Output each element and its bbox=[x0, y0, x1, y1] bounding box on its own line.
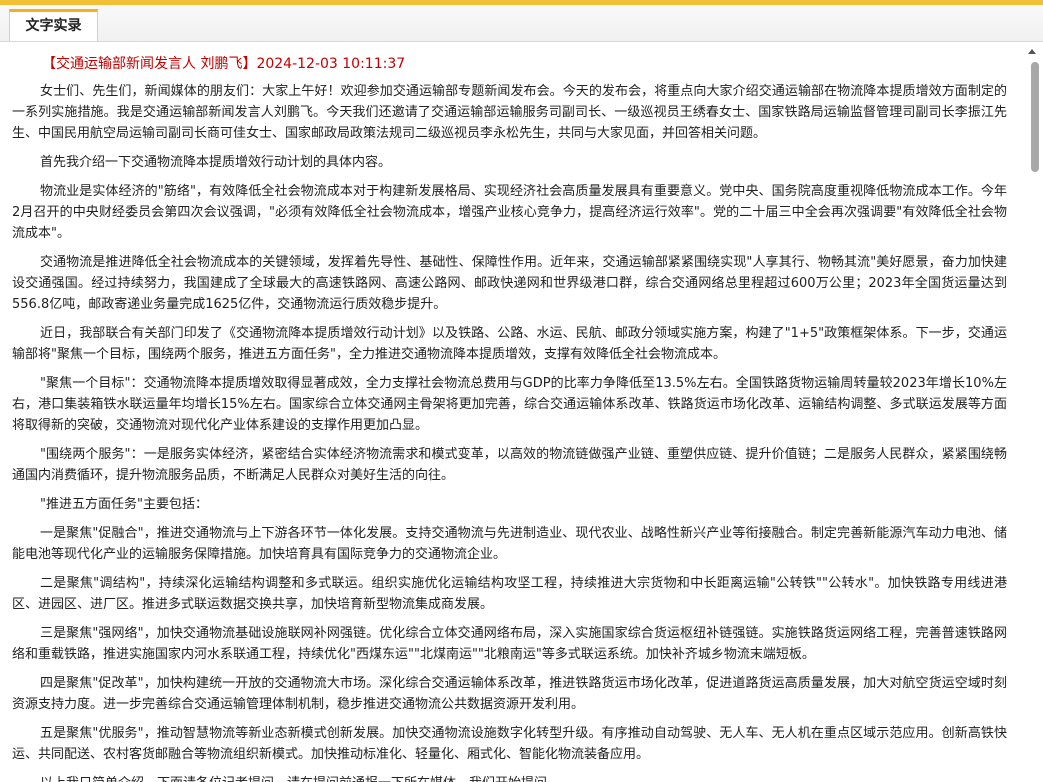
transcript-scroll-region[interactable]: 【交通运输部新闻发言人 刘鹏飞】2024-12-03 10:11:37 女士们、… bbox=[12, 52, 1007, 782]
transcript-paragraph: 二是聚焦"调结构"，持续深化运输结构调整和多式联运。组织实施优化运输结构攻坚工程… bbox=[12, 576, 1007, 612]
scrollbar-thumb[interactable] bbox=[1031, 62, 1039, 172]
transcript-content: 【交通运输部新闻发言人 刘鹏飞】2024-12-03 10:11:37 女士们、… bbox=[0, 42, 1043, 782]
speaker-heading: 【交通运输部新闻发言人 刘鹏飞】2024-12-03 10:11:37 bbox=[42, 56, 406, 72]
transcript-paragraphs: 女士们、先生们，新闻媒体的朋友们：大家上午好！欢迎参加交通运输部专题新闻发布会。… bbox=[12, 81, 1007, 782]
transcript-paragraph: 三是聚焦"强网络"，加快交通物流基础设施联网补网强链。优化综合立体交通网络布局，… bbox=[12, 626, 1007, 662]
transcript-paragraph: 四是聚焦"促改革"，加快构建统一开放的交通物流大市场。深化综合交通运输体系改革，… bbox=[12, 676, 1007, 712]
scroll-up-arrow-icon[interactable] bbox=[1028, 49, 1036, 54]
transcript-paragraph: 五是聚焦"优服务"，推动智慧物流等新业态新模式创新发展。加快交通物流设施数字化转… bbox=[12, 726, 1007, 762]
transcript-paragraph: 女士们、先生们，新闻媒体的朋友们：大家上午好！欢迎参加交通运输部专题新闻发布会。… bbox=[12, 84, 1007, 141]
tab-bar: 文字实录 bbox=[0, 5, 1043, 42]
transcript-window: 文字实录 【交通运输部新闻发言人 刘鹏飞】2024-12-03 10:11:37… bbox=[0, 0, 1043, 782]
transcript-paragraph: 以上我只简单介绍。下面请各位记者提问。请在提问前通报一下所在媒体，我们开始提问。 bbox=[12, 773, 1007, 782]
transcript-paragraph: 交通物流是推进降低全社会物流成本的关键领域，发挥着先导性、基础性、保障性作用。近… bbox=[12, 255, 1007, 312]
transcript-paragraph: 首先我介绍一下交通物流降本提质增效行动计划的具体内容。 bbox=[40, 155, 392, 170]
transcript-paragraph: 近日，我部联合有关部门印发了《交通物流降本提质增效行动计划》以及铁路、公路、水运… bbox=[12, 326, 1007, 362]
transcript-paragraph: 物流业是实体经济的"筋络"，有效降低全社会物流成本对于构建新发展格局、实现经济社… bbox=[12, 184, 1007, 241]
transcript-paragraph: "推进五方面任务"主要包括： bbox=[40, 497, 208, 512]
transcript-paragraph: 一是聚焦"促融合"，推进交通物流与上下游各环节一体化发展。支持交通物流与先进制造… bbox=[12, 526, 1007, 562]
tab-transcript[interactable]: 文字实录 bbox=[9, 9, 98, 41]
transcript-paragraph: "聚焦一个目标"：交通物流降本提质增效取得显著成效，全力支撑社会物流总费用与GD… bbox=[12, 376, 1007, 433]
transcript-paragraph: "围绕两个服务"：一是服务实体经济，紧密结合实体经济物流需求和模式变革，以高效的… bbox=[12, 447, 1007, 483]
